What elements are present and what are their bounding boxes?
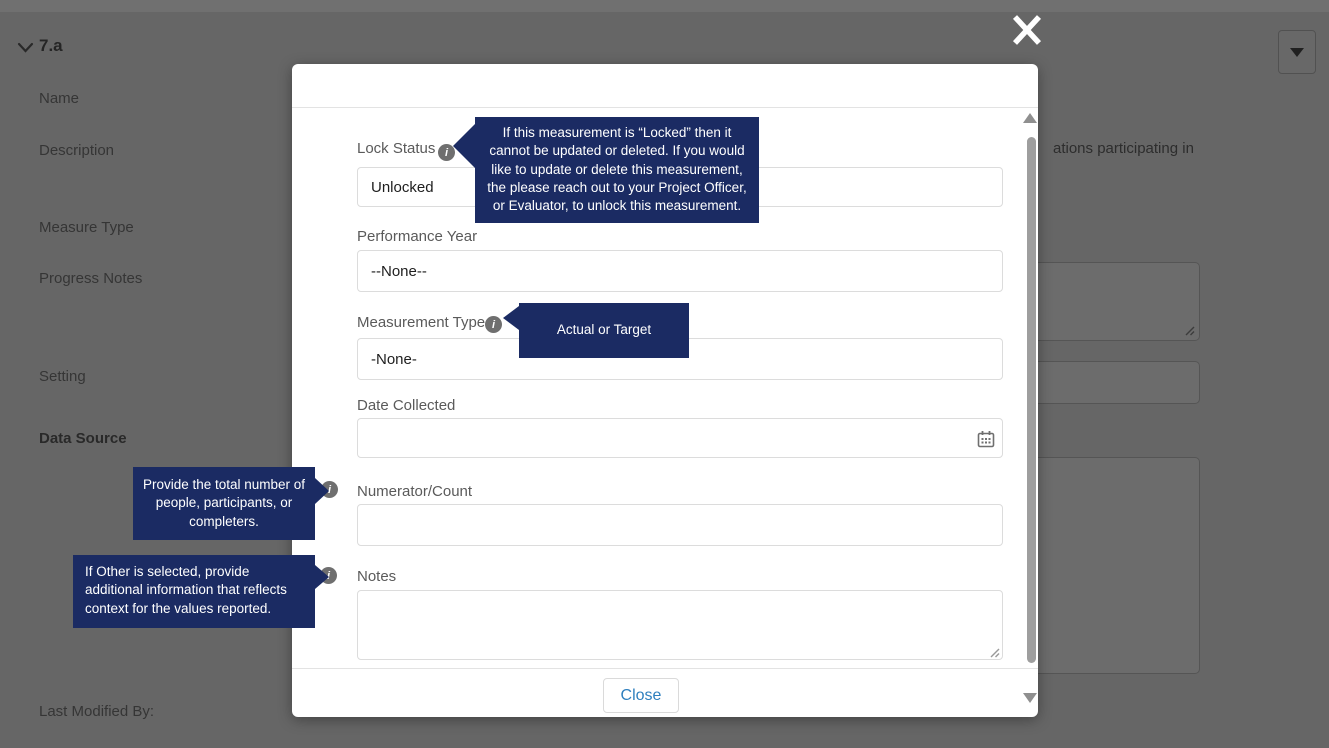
scrollbar-thumb[interactable] [1027, 137, 1036, 663]
measurement-type-tooltip-arrow [503, 306, 519, 330]
notes-textarea[interactable] [357, 590, 1003, 660]
numerator-label: Numerator/Count [357, 483, 473, 500]
lock-status-label: Lock Status [357, 140, 436, 157]
numerator-tooltip-arrow [315, 478, 329, 504]
performance-year-field[interactable]: --None-- [357, 250, 1003, 292]
numerator-tooltip: Provide the total number of people, part… [133, 467, 315, 540]
notes-label: Notes [357, 568, 397, 585]
lock-status-value: Unlocked [371, 178, 434, 196]
scroll-down-arrow-icon[interactable] [1023, 693, 1037, 703]
performance-year-value: --None-- [371, 262, 427, 280]
notes-tooltip: If Other is selected, provide additional… [73, 555, 315, 628]
modal-footer-divider [292, 668, 1038, 669]
measurement-type-tooltip: Actual or Target [519, 303, 689, 358]
date-collected-field[interactable] [357, 418, 1003, 458]
measurement-type-label: Measurement Type [357, 314, 486, 331]
numerator-field[interactable] [357, 504, 1003, 546]
performance-year-label: Performance Year [357, 228, 478, 245]
resize-handle-icon[interactable] [990, 648, 1000, 658]
lock-status-tooltip-arrow [453, 124, 475, 168]
modal-header-divider [292, 107, 1038, 108]
measurement-type-info-icon[interactable] [485, 316, 502, 333]
notes-tooltip-arrow [315, 565, 329, 589]
measurement-type-value: -None- [371, 350, 417, 368]
lock-status-tooltip: If this measurement is “Locked” then it … [475, 117, 759, 223]
close-button[interactable]: Close [603, 678, 679, 713]
close-x-icon[interactable] [1011, 13, 1043, 52]
date-collected-label: Date Collected [357, 397, 456, 414]
calendar-icon[interactable] [977, 430, 995, 453]
scroll-up-arrow-icon[interactable] [1023, 113, 1037, 123]
screen: 7.a Name Description Measure Type Progre… [0, 0, 1329, 748]
